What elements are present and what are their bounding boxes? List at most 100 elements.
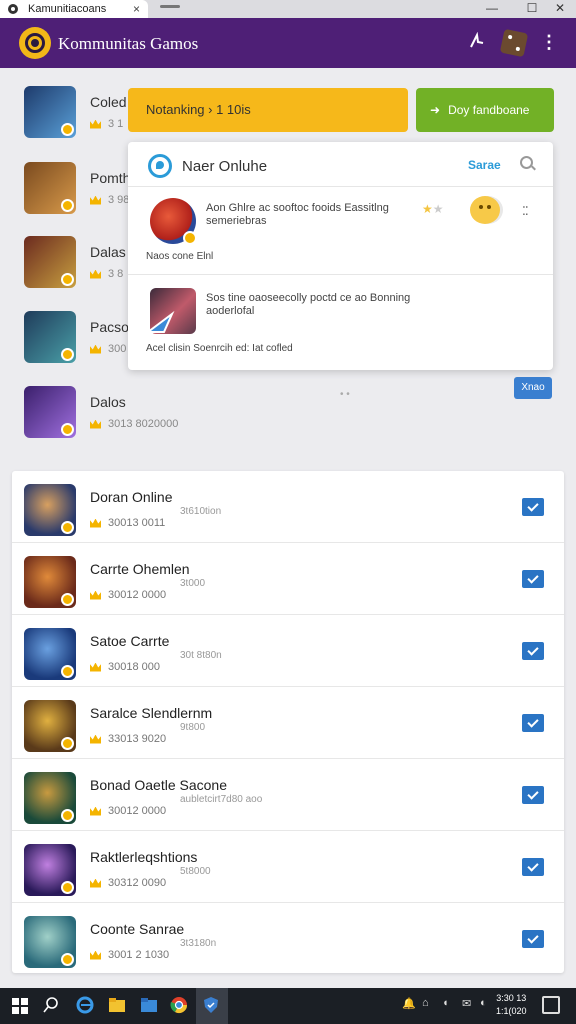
search-icon[interactable] xyxy=(520,156,533,169)
select-checkbox-icon[interactable] xyxy=(522,570,544,588)
small-action-button[interactable]: Xnao xyxy=(514,377,552,399)
popup-title: Naer Onluhe xyxy=(182,158,268,175)
game-list-row[interactable]: Coonte Sanrae 3t3180n 3001 2 1030 xyxy=(12,903,564,975)
pager-dots[interactable]: • • xyxy=(340,389,350,400)
popup-item-text: Sos tine oaoseecolly poctd ce ao Bonning… xyxy=(206,292,411,317)
browser-tab[interactable]: Kamunitiacoans × xyxy=(0,0,148,18)
game-name: Bonad Oaetle Sacone xyxy=(90,777,227,793)
tab-title: Kamunitiacoans xyxy=(28,3,107,15)
game-list-row[interactable]: Raktlerleqshtions 5t8000 30312 0090 xyxy=(12,831,564,903)
emoji-reaction-icon[interactable] xyxy=(470,196,500,224)
volume-icon[interactable]: ◖ xyxy=(442,997,449,1009)
folder-icon[interactable] xyxy=(140,996,160,1016)
crown-icon xyxy=(90,950,101,960)
network-icon[interactable]: ⌂ xyxy=(422,997,429,1009)
close-window-button[interactable]: ✕ xyxy=(550,1,570,15)
notification-tray-icon[interactable]: 🔔 xyxy=(402,997,416,1010)
search-icon[interactable] xyxy=(42,996,62,1016)
game-meta: 30012 0000 xyxy=(90,589,166,601)
game-name: Coled xyxy=(90,94,127,110)
game-subtitle: aubletcirt7d80 aoo xyxy=(180,794,263,805)
game-thumbnail xyxy=(24,386,76,438)
popup-item-avatar[interactable] xyxy=(146,288,196,334)
game-thumbnail xyxy=(24,772,76,824)
app-logo-icon[interactable] xyxy=(19,27,51,59)
drag-handle-icon[interactable]: ⁚⁚ xyxy=(522,204,529,218)
share-icon[interactable] xyxy=(466,31,488,55)
game-name: Raktlerleqshtions xyxy=(90,849,198,865)
app-shield-icon[interactable] xyxy=(202,996,222,1016)
game-thumbnail xyxy=(24,700,76,752)
arrow-icon: ➜ xyxy=(430,103,441,117)
game-meta: 3 8 xyxy=(90,268,123,280)
select-checkbox-icon[interactable] xyxy=(522,714,544,732)
game-thumbnail xyxy=(24,236,76,288)
maximize-button[interactable]: ☐ xyxy=(522,1,542,15)
game-thumbnail xyxy=(24,162,76,214)
rating-stars: ★★ xyxy=(422,202,444,216)
select-checkbox-icon[interactable] xyxy=(522,930,544,948)
chrome-icon[interactable] xyxy=(170,996,190,1016)
game-meta: 30018 000 xyxy=(90,661,160,673)
game-list-row[interactable]: Saralce Slendlernm 9t800 33013 9020 xyxy=(12,687,564,759)
game-list-row[interactable]: Bonad Oaetle Sacone aubletcirt7d80 aoo 300… xyxy=(12,759,564,831)
game-meta-value: 30012 0000 xyxy=(108,589,167,601)
game-name: Coonte Sanrae xyxy=(90,921,185,937)
divider xyxy=(128,186,553,187)
battery-icon[interactable]: ◐ xyxy=(480,997,487,1009)
game-meta-value: 33013 9020 xyxy=(108,733,167,745)
file-explorer-icon[interactable] xyxy=(108,996,128,1016)
game-meta-value: 30013 0011 xyxy=(108,517,166,529)
divider xyxy=(128,274,553,275)
game-meta: 30012 0000 xyxy=(90,805,166,817)
tab-close-icon[interactable]: × xyxy=(133,2,140,16)
dice-icon[interactable] xyxy=(499,28,529,58)
background-list-item[interactable]: Dalos 3013 8020000 xyxy=(24,386,324,440)
game-name: Dalas xyxy=(90,244,126,260)
game-meta: 30312 0090 xyxy=(90,877,166,889)
game-meta: 300 xyxy=(90,343,126,355)
crown-icon xyxy=(90,518,101,528)
game-meta-value: 3 8 xyxy=(108,268,124,280)
download-button-label: Doy fandboane xyxy=(448,103,530,117)
game-thumbnail xyxy=(24,916,76,968)
select-checkbox-icon[interactable] xyxy=(522,858,544,876)
game-thumbnail xyxy=(24,628,76,680)
download-button[interactable]: ➜ Doy fandboane xyxy=(416,88,554,132)
online-icon xyxy=(148,154,172,178)
popup-item-avatar[interactable] xyxy=(150,198,197,245)
crown-icon xyxy=(90,344,101,354)
game-thumbnail xyxy=(24,86,76,138)
select-checkbox-icon[interactable] xyxy=(522,642,544,660)
app-header: Kommunitas Gamos ⋮ xyxy=(0,18,576,68)
game-meta-value: 3 1 xyxy=(108,118,124,130)
crown-icon xyxy=(90,195,101,205)
clock[interactable]: 3:30 13 1:1(020 xyxy=(496,992,527,1018)
browser-chrome: Kamunitiacoans × — ☐ ✕ xyxy=(0,0,576,18)
action-center-icon[interactable] xyxy=(542,996,560,1014)
ranking-button[interactable]: Notanking › 1 10is xyxy=(128,88,408,132)
online-popup: Naer Onluhe Sarae Aon Ghlre ac sooftoc f… xyxy=(128,142,553,370)
popup-search-link[interactable]: Sarae xyxy=(468,158,501,172)
start-icon[interactable] xyxy=(12,998,28,1014)
edge-icon[interactable] xyxy=(76,996,96,1016)
more-vertical-icon[interactable]: ⋮ xyxy=(538,32,560,53)
mail-icon[interactable]: ✉ xyxy=(462,997,471,1010)
tab-favicon-icon xyxy=(8,4,18,14)
game-name: Doran Online xyxy=(90,489,173,505)
game-thumbnail xyxy=(24,556,76,608)
game-name: Saralce Slendlernm xyxy=(90,705,213,721)
game-list-row[interactable]: Carrte Ohemlen 3t000 30012 0000 xyxy=(12,543,564,615)
game-meta-value: 30018 000 xyxy=(108,661,160,673)
game-meta: 3013 8020000 xyxy=(90,418,178,430)
game-meta: 33013 9020 xyxy=(90,733,166,745)
game-meta-value: 3 98 xyxy=(108,194,130,206)
game-list-row[interactable]: Satoe Carrte 30t 8t80n 30018 000 xyxy=(12,615,564,687)
game-meta-value: 3013 8020000 xyxy=(108,418,179,430)
game-name: Satoe Carrte xyxy=(90,633,170,649)
select-checkbox-icon[interactable] xyxy=(522,786,544,804)
game-list-row[interactable]: Doran Online 3t610tion 30013 0011 xyxy=(12,471,564,543)
select-checkbox-icon[interactable] xyxy=(522,498,544,516)
minimize-button[interactable]: — xyxy=(482,1,502,15)
new-tab-indicator[interactable] xyxy=(160,5,180,8)
